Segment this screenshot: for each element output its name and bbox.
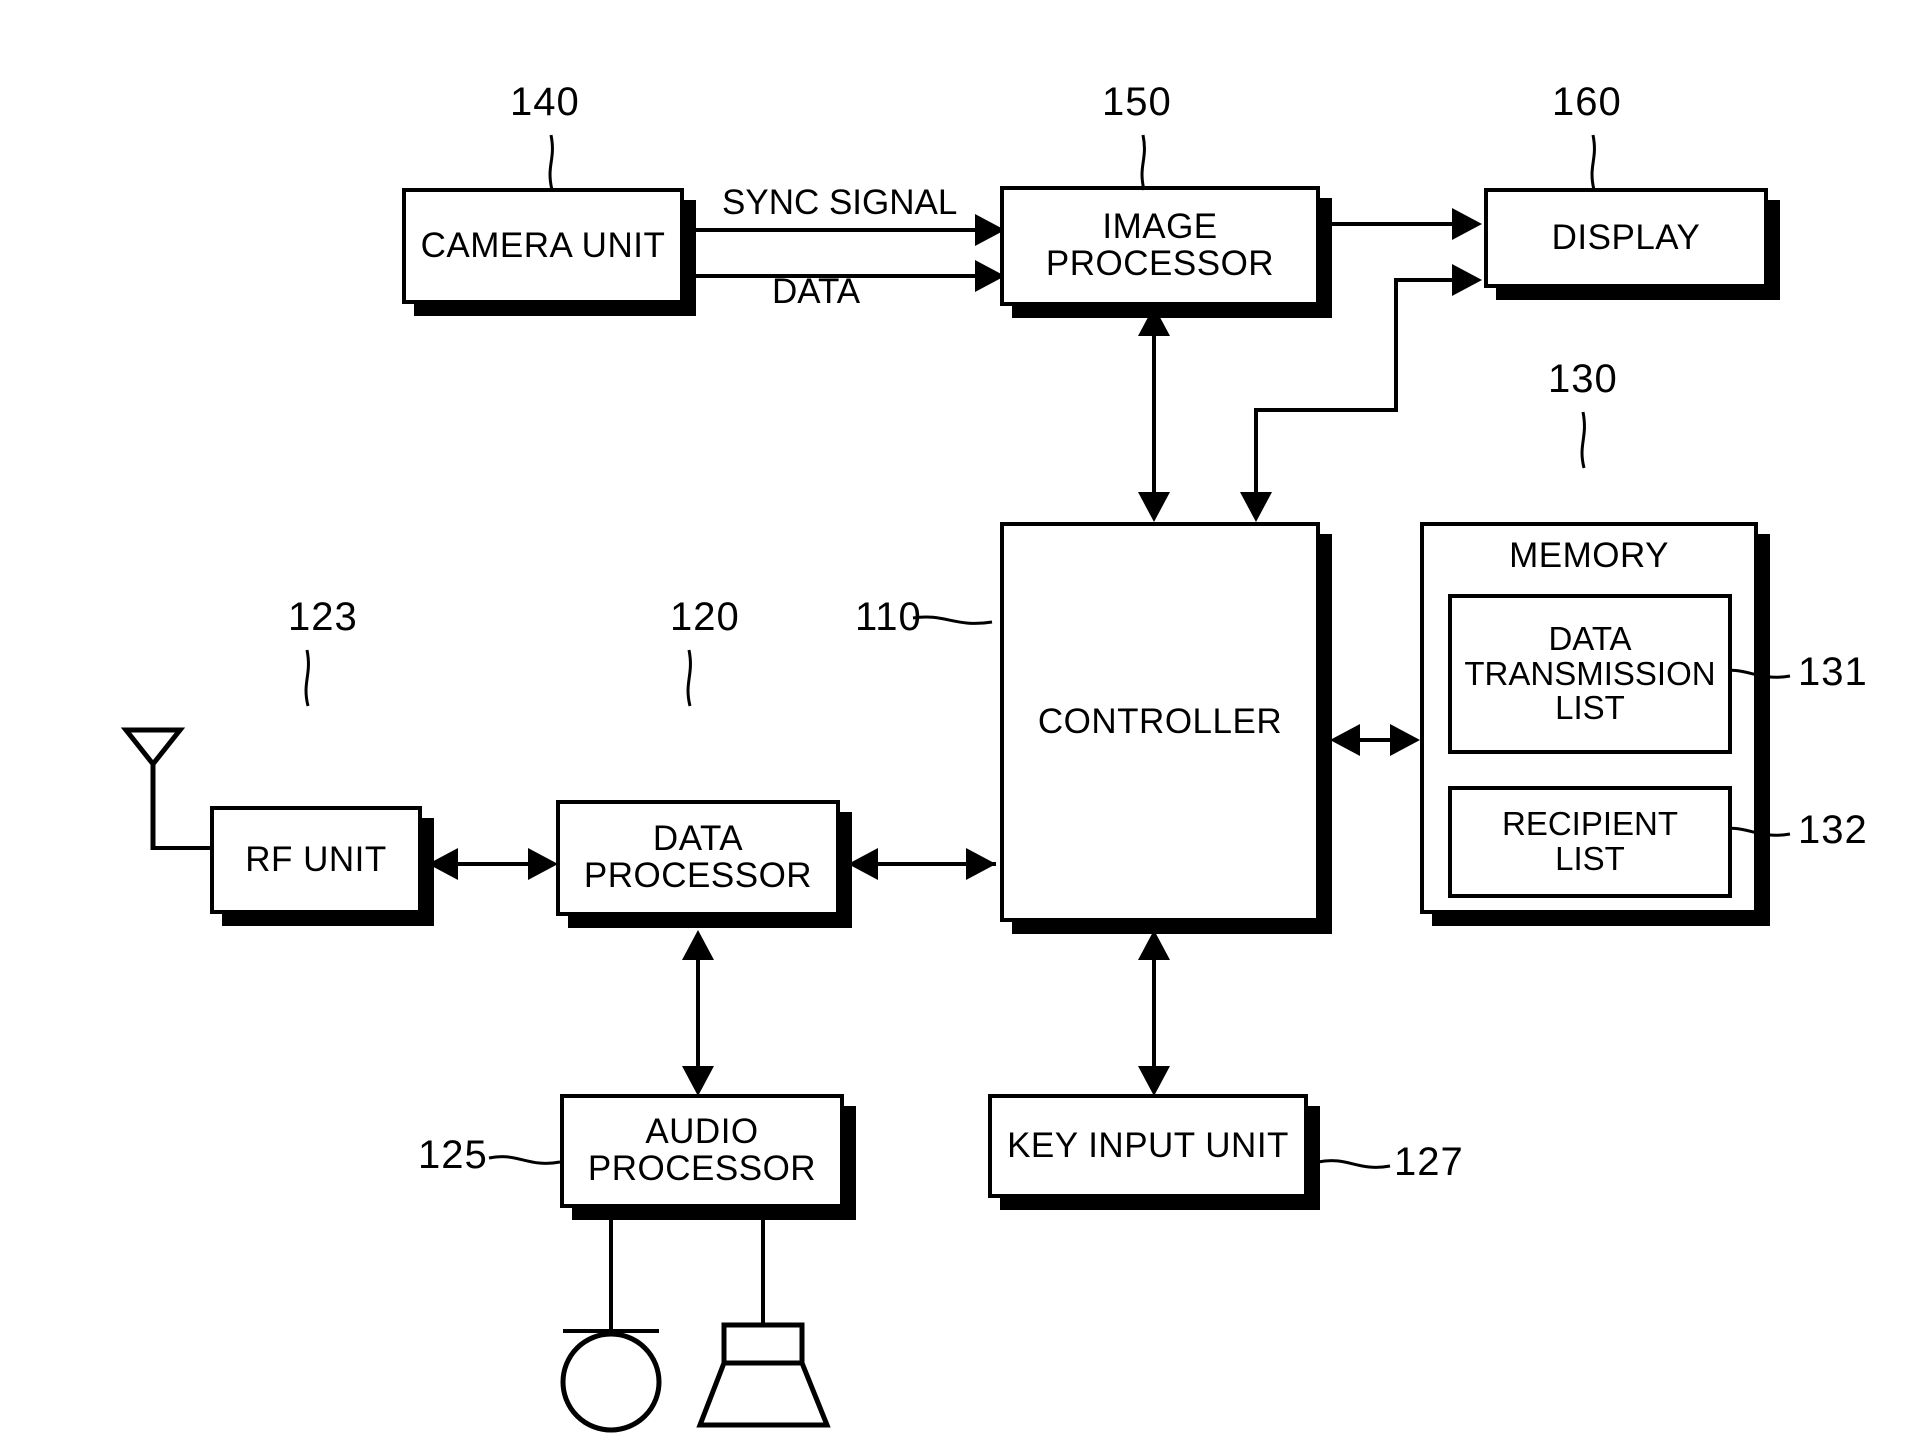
ref-numeral-140: 140 <box>510 80 580 124</box>
ref-numeral-120: 120 <box>670 595 740 639</box>
arrowhead-image-to-display <box>1452 208 1482 240</box>
arrowhead-to-controller-from-data-processor <box>966 848 996 880</box>
figure-canvas: 140 CAMERA UNIT SYNC SIGNAL DATA 150 IMA… <box>0 0 1912 1455</box>
block-key-input-unit[interactable]: KEY INPUT UNIT <box>988 1094 1308 1198</box>
data-transmission-list-label-line1: DATA <box>1548 620 1632 658</box>
display-label: DISPLAY <box>1551 217 1701 257</box>
ref-numeral-130: 130 <box>1548 357 1618 401</box>
ref-numeral-125: 125 <box>418 1133 488 1177</box>
arrowhead-to-data-processor-from-controller <box>848 848 878 880</box>
ref-numeral-123: 123 <box>288 595 358 639</box>
block-data-transmission-list[interactable]: DATA TRANSMISSION LIST <box>1448 594 1732 754</box>
arrowhead-controller-branch <box>1240 492 1272 522</box>
arrowhead-to-data-processor-from-audio <box>682 930 714 960</box>
image-processor-label-line2: PROCESSOR <box>1045 244 1275 283</box>
line-controller-key-input <box>1152 944 1156 1084</box>
key-input-unit-label: KEY INPUT UNIT <box>1007 1125 1289 1165</box>
rf-unit-label: RF UNIT <box>245 839 387 879</box>
arrowhead-to-controller-from-key-input <box>1138 930 1170 960</box>
camera-unit-label: CAMERA UNIT <box>420 225 666 265</box>
block-data-processor[interactable]: DATA PROCESSOR <box>556 800 840 916</box>
line-image-to-display <box>1320 222 1460 226</box>
data-transmission-list-label-line2: TRANSMISSION <box>1464 654 1716 692</box>
ref-numeral-160: 160 <box>1552 80 1622 124</box>
arrowhead-to-controller-from-memory <box>1330 724 1360 756</box>
recipient-list-label-line2: LIST <box>1555 840 1625 877</box>
block-audio-processor[interactable]: AUDIO PROCESSOR <box>560 1094 844 1208</box>
arrowhead-to-rf-unit <box>428 848 458 880</box>
line-controller-branch-horizontal <box>1254 408 1398 412</box>
audio-processor-label-line2: PROCESSOR <box>587 1149 817 1188</box>
ref-numeral-131: 131 <box>1798 650 1868 694</box>
data-processor-label-line2: PROCESSOR <box>583 856 813 895</box>
ref-numeral-110: 110 <box>855 595 922 639</box>
block-display[interactable]: DISPLAY <box>1484 188 1768 288</box>
block-controller[interactable]: CONTROLLER <box>1000 522 1320 922</box>
line-controller-image-processor <box>1152 320 1156 510</box>
arrowhead-to-audio-processor <box>682 1066 714 1096</box>
data-transmission-list-label-line3: LIST <box>1555 689 1625 727</box>
line-controller-to-display-vertical <box>1394 282 1398 412</box>
arrowhead-to-controller-from-image <box>1138 492 1170 522</box>
arrowhead-to-data-processor-from-rf <box>528 848 558 880</box>
controller-label: CONTROLLER <box>1037 701 1283 741</box>
edge-label-data: DATA <box>772 272 861 311</box>
line-camera-to-image-sync <box>684 228 980 232</box>
block-rf-unit[interactable]: RF UNIT <box>210 806 422 914</box>
arrowhead-to-key-input <box>1138 1066 1170 1096</box>
ref-numeral-132: 132 <box>1798 808 1868 852</box>
data-processor-label-line1: DATA <box>652 819 744 859</box>
arrowhead-to-image-processor <box>1138 306 1170 336</box>
audio-processor-label-line1: AUDIO <box>645 1112 759 1152</box>
arrowhead-to-memory <box>1390 724 1420 756</box>
image-processor-label-line1: IMAGE <box>1102 207 1218 247</box>
ref-numeral-150: 150 <box>1102 80 1172 124</box>
memory-label: MEMORY <box>1509 536 1669 575</box>
block-image-processor[interactable]: IMAGE PROCESSOR <box>1000 186 1320 306</box>
line-data-processor-audio-processor <box>696 944 700 1084</box>
ref-numeral-127: 127 <box>1394 1140 1464 1184</box>
arrowhead-controller-to-display <box>1452 264 1482 296</box>
edge-label-sync-signal: SYNC SIGNAL <box>722 183 958 222</box>
block-recipient-list[interactable]: RECIPIENT LIST <box>1448 786 1732 898</box>
recipient-list-label-line1: RECIPIENT <box>1501 805 1679 843</box>
block-camera-unit[interactable]: CAMERA UNIT <box>402 188 684 304</box>
